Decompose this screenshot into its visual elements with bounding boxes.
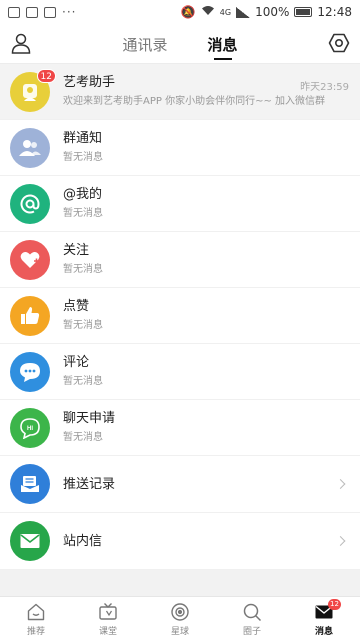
list-item-time: 昨天23:59: [300, 82, 349, 93]
tab-contacts[interactable]: 通讯录: [122, 24, 167, 64]
mail-icon: [10, 521, 50, 561]
list-item-status: 暂无消息: [63, 319, 103, 331]
list-item-push-records[interactable]: 推送记录: [0, 456, 360, 513]
header: 通讯录 消息: [0, 24, 360, 64]
home-icon: [27, 603, 45, 621]
unread-badge: 12: [36, 68, 56, 83]
list-item-status: 暂无消息: [63, 263, 103, 275]
at-icon: [10, 183, 50, 224]
battery-icon: [294, 7, 313, 17]
nav-unread-badge: 12: [328, 599, 341, 610]
status-bar-right: 🔕 4G 100% 12:48: [181, 5, 352, 19]
status-bar: ··· 🔕 4G 100% 12:48: [0, 0, 360, 24]
tab-messages[interactable]: 消息: [208, 24, 238, 64]
nav-label: 推荐: [26, 627, 45, 637]
notification-icon: [8, 6, 20, 18]
nav-label: 消息: [314, 627, 333, 637]
signal-icon: [236, 6, 251, 18]
list-item-inbox[interactable]: 站内信: [0, 513, 360, 570]
nav-messages[interactable]: 12 消息: [288, 597, 360, 640]
list-item-group-notice[interactable]: 群通知 暂无消息: [0, 120, 360, 176]
comment-icon: [10, 351, 50, 392]
list-item-title: 关注: [63, 242, 90, 258]
mail-notification-icon: [44, 6, 56, 18]
svg-text:HI: HI: [27, 426, 33, 432]
mute-icon: 🔕: [180, 5, 196, 19]
list-item-title: 点赞: [63, 298, 90, 314]
gallery-icon: [26, 6, 38, 18]
list-item-follow[interactable]: 关注 暂无消息: [0, 232, 360, 288]
nav-label: 圈子: [242, 627, 261, 637]
list-item-title: @我的: [63, 186, 103, 202]
status-bar-left: ···: [8, 5, 76, 19]
list-item-assistant[interactable]: 12 艺考助手 欢迎来到艺考助手APP 你家小助会伴你同行~~ 加入微信群 昨天…: [0, 64, 360, 120]
list-item-chat-request[interactable]: HI 聊天申请 暂无消息: [0, 400, 360, 456]
more-notifications-icon: ···: [62, 5, 77, 19]
list-item-title: 评论: [63, 354, 90, 370]
list-bottom-spacer: [0, 570, 360, 596]
list-item-status: 暂无消息: [63, 375, 103, 387]
nav-label: 星球: [170, 627, 189, 637]
list-item-title: 聊天申请: [63, 410, 116, 426]
list-item-status: 暂无消息: [63, 431, 103, 443]
header-tabs: 通讯录 消息: [0, 24, 360, 64]
nav-classroom[interactable]: 课堂: [72, 597, 144, 640]
nav-recommend[interactable]: 推荐: [0, 597, 72, 640]
list-item-title: 群通知: [63, 130, 103, 146]
group-notice-icon: [10, 127, 50, 168]
list-item-status: 暂无消息: [63, 151, 103, 163]
list-item-title: 站内信: [63, 533, 103, 549]
nav-label: 课堂: [98, 627, 117, 637]
push-record-icon: [10, 464, 50, 504]
chat-request-icon: HI: [10, 407, 50, 448]
list-item-status: 暂无消息: [63, 207, 103, 219]
list-item-title: 推送记录: [63, 476, 116, 492]
network-type: 4G: [219, 7, 232, 17]
message-list: 12 艺考助手 欢迎来到艺考助手APP 你家小助会伴你同行~~ 加入微信群 昨天…: [0, 64, 360, 570]
tv-icon: [99, 603, 117, 620]
nav-planet[interactable]: 星球: [144, 597, 216, 640]
thumbs-up-icon: [10, 295, 50, 336]
planet-icon: [171, 603, 189, 621]
battery-percent: 100%: [255, 5, 290, 19]
assistant-icon: 12: [10, 68, 56, 112]
wifi-icon: [201, 5, 215, 19]
heart-plus-icon: [10, 239, 50, 280]
nav-circle[interactable]: 圈子: [216, 597, 288, 640]
settings-gear-icon[interactable]: [328, 32, 350, 54]
list-item-preview: 欢迎来到艺考助手APP 你家小助会伴你同行~~ 加入微信群: [63, 95, 326, 107]
clock: 12:48: [317, 5, 352, 19]
bottom-nav: 推荐 课堂 星球 圈子 12 消息: [0, 596, 360, 640]
list-item-comments[interactable]: 评论 暂无消息: [0, 344, 360, 400]
search-circle-icon: [243, 603, 262, 622]
list-item-likes[interactable]: 点赞 暂无消息: [0, 288, 360, 344]
list-item-mentions[interactable]: @我的 暂无消息: [0, 176, 360, 232]
